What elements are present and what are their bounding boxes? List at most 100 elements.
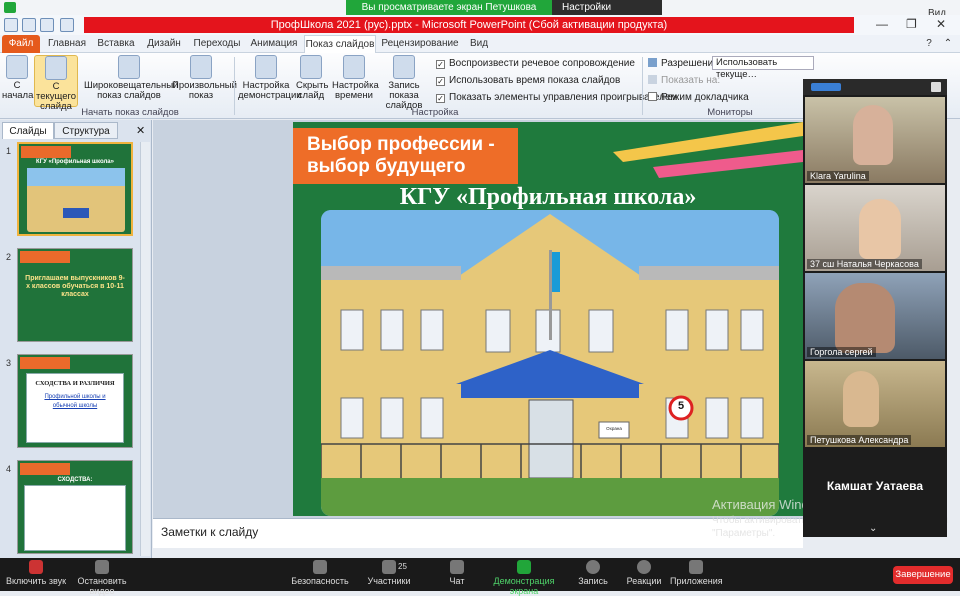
group-label-monitors: Мониторы xyxy=(707,107,753,118)
checkmark-icon: ✓ xyxy=(436,77,445,86)
participant-tile[interactable]: Klara Yarulina xyxy=(805,97,945,183)
zoom-toolbar: Включить звук Остановить видео Безопасно… xyxy=(0,558,960,596)
from-start-button[interactable]: С начала xyxy=(2,55,33,107)
school-photo: 5 Охрана xyxy=(321,210,779,516)
tab-design[interactable]: Дизайн xyxy=(142,35,186,53)
narration-checkbox[interactable]: ✓ Воспроизвести речевое сопровождение xyxy=(436,58,635,69)
tab-animation[interactable]: Анимация xyxy=(248,35,300,53)
ribbon-collapse-icon[interactable]: ⌃ xyxy=(940,35,956,53)
thumb-banner xyxy=(20,357,70,369)
speed-sign-text: 5 xyxy=(677,400,685,412)
rehearse-button[interactable]: Настройка времени xyxy=(332,55,379,107)
tab-home[interactable]: Главная xyxy=(44,35,90,53)
thumb-card: СХОДСТВА И РАЗЛИЧИЯ Профильной школы и о… xyxy=(26,373,124,443)
hide-slide-icon xyxy=(300,55,322,79)
group-label-start: Начать показ слайдов xyxy=(81,107,179,118)
participant-name: Горгола сергей xyxy=(807,347,876,357)
slide-canvas: Выбор профессии - выбор будущего КГУ «Пр… xyxy=(153,120,803,518)
muted-mic-icon xyxy=(29,560,43,574)
broadcast-icon xyxy=(118,55,140,79)
participant-face xyxy=(843,371,879,427)
shield-icon xyxy=(313,560,327,574)
monitor-icon xyxy=(648,58,657,67)
custom-show-button[interactable]: Произвольный показ xyxy=(172,55,237,107)
participants-count: 25 xyxy=(398,562,407,571)
undo-icon[interactable] xyxy=(40,18,54,32)
participant-tile[interactable]: Горгола сергей xyxy=(805,273,945,359)
video-gallery: Klara Yarulina 37 сш Наталья Черкасова Г… xyxy=(803,79,947,537)
slide-thumb-4[interactable]: СХОДСТВА: xyxy=(17,460,133,554)
slide-thumb-3[interactable]: СХОДСТВА И РАЗЛИЧИЯ Профильной школы и о… xyxy=(17,354,133,448)
slide-thumb-2[interactable]: Приглашаем выпускников 9-х классов обуча… xyxy=(17,248,133,342)
apps-icon xyxy=(689,560,703,574)
security-button[interactable]: Безопасность xyxy=(290,560,350,586)
tab-slides[interactable]: Слайды xyxy=(2,122,54,139)
group-label-setup: Настройка xyxy=(411,107,459,118)
minimize-gallery-icon[interactable] xyxy=(931,82,941,92)
slideshow-current-icon xyxy=(45,56,67,80)
from-current-button[interactable]: С текущего слайда xyxy=(34,55,78,112)
shield-icon xyxy=(4,2,16,13)
record-icon xyxy=(393,55,415,79)
thumb-title: Приглашаем выпускников 9-х классов обуча… xyxy=(25,275,125,298)
current-slide[interactable]: Выбор профессии - выбор будущего КГУ «Пр… xyxy=(293,122,803,516)
view-settings-button[interactable]: Настройки просмотра ▾ xyxy=(552,0,662,28)
save-icon[interactable] xyxy=(22,18,36,32)
redo-icon[interactable] xyxy=(60,18,74,32)
timer-icon xyxy=(343,55,365,79)
thumb-school-image xyxy=(27,168,125,232)
gallery-expand-icon[interactable]: ⌄ xyxy=(869,523,877,534)
thumbs-scrollbar[interactable] xyxy=(140,142,150,556)
share-screen-icon xyxy=(517,560,531,574)
tab-transitions[interactable]: Переходы xyxy=(192,35,242,53)
participant-tile[interactable]: 37 сш Наталья Черкасова xyxy=(805,185,945,271)
layout-toggle-icon[interactable] xyxy=(811,83,841,91)
tab-insert[interactable]: Вставка xyxy=(94,35,138,53)
resolution-select[interactable]: Использовать текуще… xyxy=(712,56,814,80)
powerpoint-logo-icon xyxy=(4,18,18,32)
close-pane-icon[interactable]: ✕ xyxy=(136,124,145,137)
end-meeting-button[interactable]: Завершение xyxy=(893,566,953,584)
slide-thumb-1[interactable]: КГУ «Профильная школа» xyxy=(17,142,133,236)
checkbox-empty-icon xyxy=(648,92,657,101)
setup-show-button[interactable]: Настройка демонстрации xyxy=(238,55,302,107)
tab-file[interactable]: Файл xyxy=(2,35,40,53)
record-show-button[interactable]: Запись показа слайдов xyxy=(376,55,432,111)
thumb-banner xyxy=(21,146,71,158)
chat-button[interactable]: Чат xyxy=(442,560,472,586)
thumb-card xyxy=(24,485,126,551)
tab-view[interactable]: Вид xyxy=(464,35,494,53)
tab-outline[interactable]: Структура xyxy=(54,122,118,139)
participant-tile[interactable]: Петушкова Александра xyxy=(805,361,945,447)
slideshow-start-icon xyxy=(6,55,28,79)
monitor-icon xyxy=(648,75,657,84)
show-on-label: Показать на: xyxy=(648,75,720,86)
help-icon[interactable]: ? xyxy=(920,35,938,53)
tab-slideshow[interactable]: Показ слайдов xyxy=(304,35,376,53)
notes-pane[interactable]: Заметки к слайду xyxy=(153,518,803,548)
broadcast-button[interactable]: Широковещательный показ слайдов xyxy=(84,55,178,107)
participant-name: Klara Yarulina xyxy=(807,171,869,181)
record-icon xyxy=(586,560,600,574)
presenter-view-checkbox[interactable]: Режим докладчика xyxy=(648,92,749,103)
restore-icon[interactable]: ❐ xyxy=(906,17,917,31)
record-button[interactable]: Запись xyxy=(574,560,612,586)
unmute-button[interactable]: Включить звук xyxy=(4,560,68,586)
participant-face xyxy=(853,105,893,165)
reactions-button[interactable]: Реакции xyxy=(624,560,664,586)
thumb-banner xyxy=(20,251,70,263)
apps-button[interactable]: Приложения xyxy=(670,560,723,586)
hide-slide-button[interactable]: Скрыть слайд xyxy=(296,55,328,107)
camera-icon xyxy=(95,560,109,574)
chat-icon xyxy=(450,560,464,574)
thumb-banner xyxy=(20,463,70,475)
zoom-banner: Вы просматриваете экран Петушкова Алекса… xyxy=(0,0,960,28)
tab-review[interactable]: Рецензирование xyxy=(380,35,460,53)
close-icon[interactable]: ✕ xyxy=(936,17,946,31)
thumb-title: КГУ «Профильная школа» xyxy=(36,159,114,165)
timings-checkbox[interactable]: ✓ Использовать время показа слайдов xyxy=(436,75,620,86)
gallery-header xyxy=(803,79,947,95)
slide-banner: Выбор профессии - выбор будущего xyxy=(293,128,518,184)
minimize-icon[interactable]: — xyxy=(876,17,888,31)
thumb-number: 4 xyxy=(6,464,12,474)
